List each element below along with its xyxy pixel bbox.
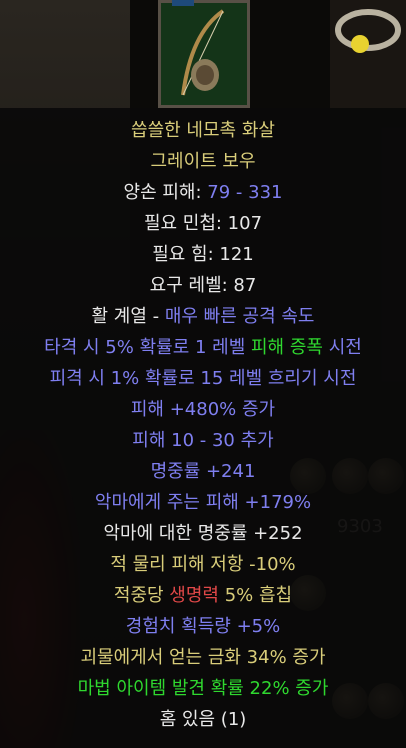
attack-speed: 매우 빠른 공격 속도	[164, 306, 315, 327]
proc-text-end: 시전	[322, 337, 362, 358]
required-dexterity: 필요 민첩: 107	[143, 213, 263, 234]
weapon-class: 활 계열 -	[91, 306, 165, 327]
proc-when-struck: 피격 시 1% 확률로 15 레벨 흐리기 시전	[49, 368, 357, 389]
leech-text: 적중당	[113, 585, 170, 606]
mod-gold-find: 괴물에게서 얻는 금화 34% 증가	[80, 647, 326, 668]
leech-life: 생명력	[169, 585, 219, 606]
damage-value: 79 - 331	[207, 182, 283, 203]
leech-text-end: 5% 흡칩	[218, 585, 293, 606]
ring-icon	[335, 9, 401, 53]
mod-experience: 경험치 획득량 +5%	[125, 616, 281, 637]
damage-line: 양손 피해: 79 - 331	[0, 178, 406, 208]
item-name: 씁쓸한 네모촉 화살	[131, 120, 275, 141]
proc-skill: 피해 증폭	[251, 337, 323, 358]
mod-attack-rating: 명중률 +241	[150, 461, 256, 482]
mod-demon-damage: 악마에게 주는 피해 +179%	[94, 492, 312, 513]
item-base-type: 그레이트 보우	[150, 151, 256, 172]
mod-damage-percent: 피해 +480% 증가	[130, 399, 276, 420]
bow-icon	[181, 9, 225, 96]
mod-enemy-resistance: 적 물리 피해 저항 -10%	[110, 554, 296, 575]
required-strength: 필요 힘: 121	[152, 244, 254, 265]
mod-magic-find: 마법 아이템 발견 확률 22% 증가	[77, 678, 329, 699]
proc-on-strike: 타격 시 5% 확률로 1 레벨 피해 증폭 시전	[0, 333, 406, 363]
mod-life-leech: 적중당 생명력 5% 흡칩	[0, 581, 406, 611]
proc-text: 타격 시 5% 확률로 1 레벨	[44, 337, 251, 358]
attack-speed-line: 활 계열 - 매우 빠른 공격 속도	[0, 302, 406, 332]
weapon-slot[interactable]	[158, 0, 250, 108]
mod-demon-attack-rating: 악마에 대한 명중률 +252	[103, 523, 303, 544]
slot-indicator	[172, 0, 194, 6]
required-level: 요구 레벨: 87	[149, 275, 257, 296]
sockets: 홈 있음 (1)	[159, 709, 247, 730]
item-tooltip: 씁쓸한 네모촉 화살 그레이트 보우 양손 피해: 79 - 331 필요 민첩…	[0, 108, 406, 748]
mod-damage-add: 피해 10 - 30 추가	[132, 430, 274, 451]
ring-slot[interactable]	[330, 0, 406, 108]
damage-label: 양손 피해:	[123, 182, 202, 203]
